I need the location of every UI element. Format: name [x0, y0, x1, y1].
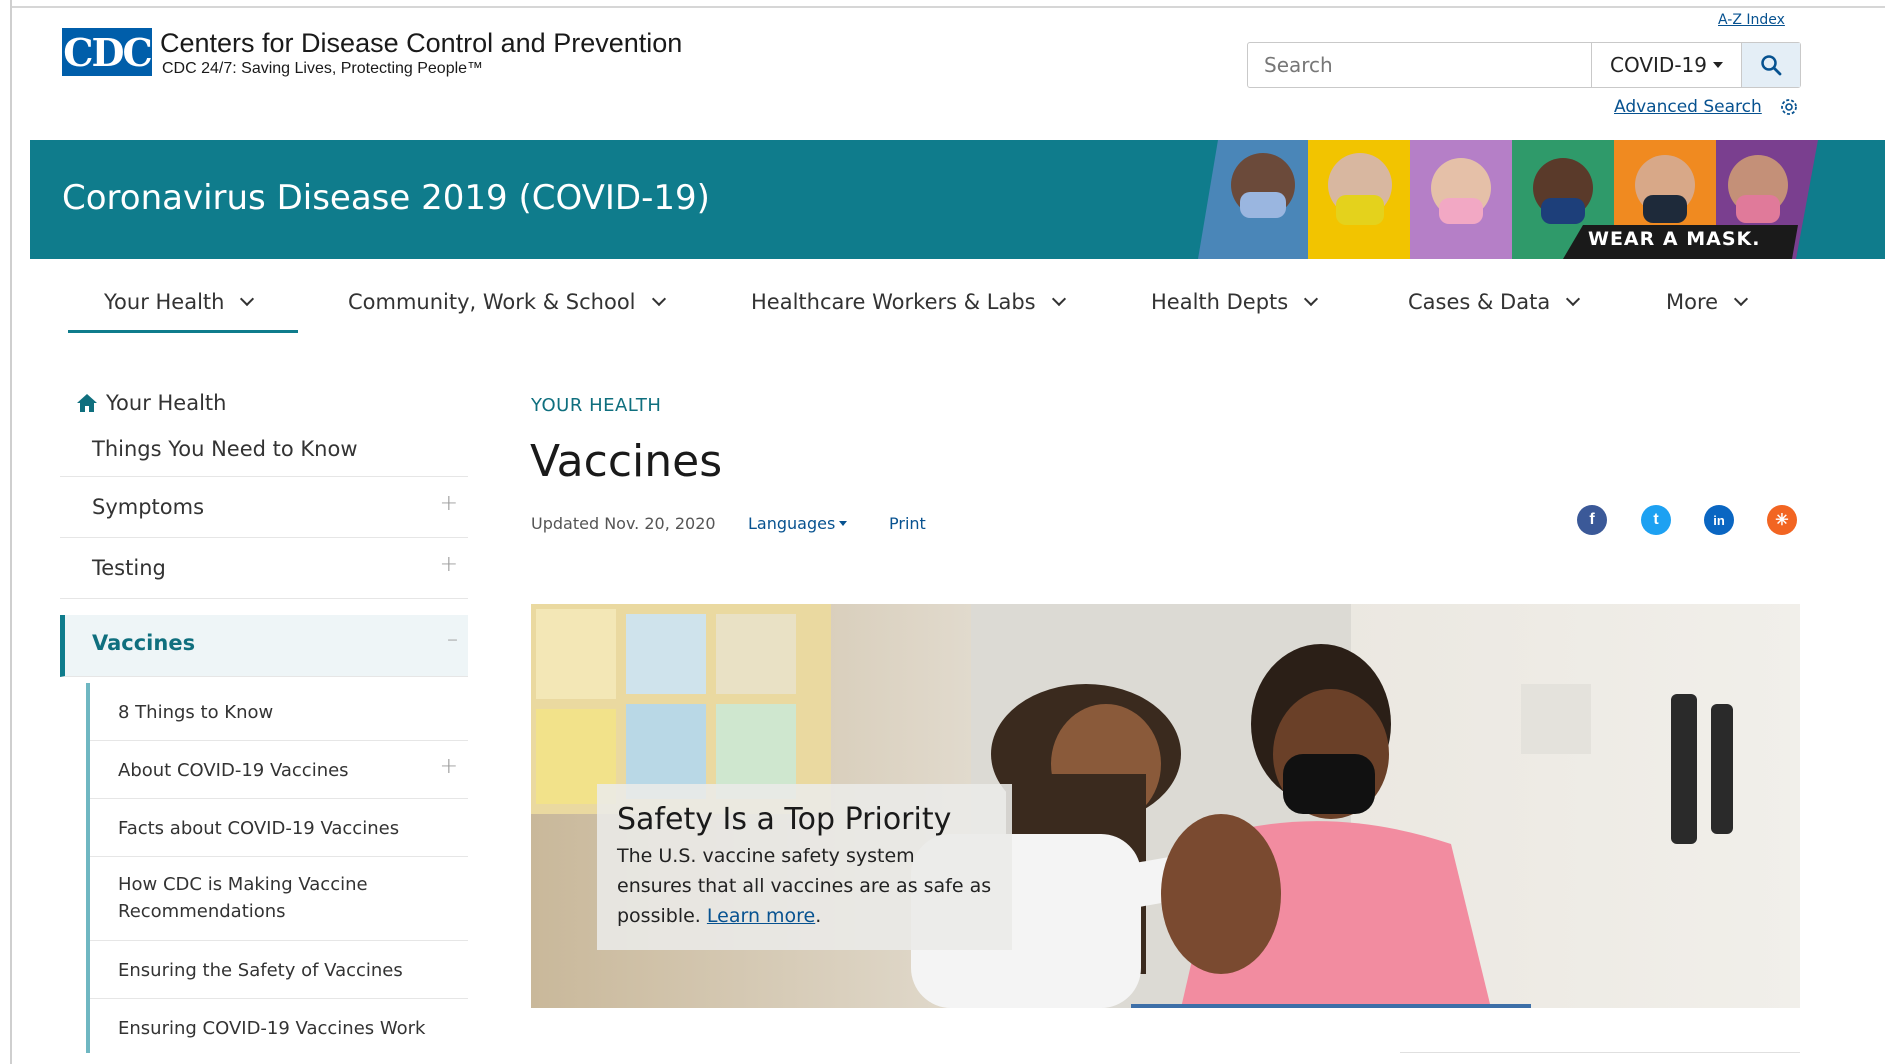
sidebar-item-label: Things You Need to Know	[92, 437, 358, 461]
expand-plus-icon[interactable]: +	[440, 491, 458, 516]
collapse-minus-icon[interactable]: –	[447, 627, 458, 652]
sidebar-subitem-recommendations[interactable]: How CDC is Making Vaccine Recommendation…	[90, 857, 468, 941]
home-icon	[77, 394, 97, 412]
sidebar-subitem-8-things[interactable]: 8 Things to Know	[90, 683, 468, 741]
nav-label: Cases & Data	[1408, 290, 1551, 314]
nav-label: More	[1666, 290, 1719, 314]
callout-text: The U.S. vaccine safety system ensures t…	[617, 841, 992, 931]
updated-date: Updated Nov. 20, 2020	[531, 514, 716, 533]
caret-down-icon	[839, 521, 848, 526]
sidebar-item-vaccines[interactable]: Vaccines –	[60, 615, 468, 677]
facebook-share-button[interactable]: f	[1577, 505, 1607, 535]
divider	[1400, 1052, 1800, 1053]
twitter-icon: t	[1653, 511, 1659, 528]
gear-icon[interactable]	[1778, 96, 1800, 118]
sidebar-subitem-label: How CDC is Making Vaccine Recommendation…	[118, 874, 368, 922]
search-bar: COVID-19	[1247, 42, 1801, 88]
linkedin-share-button[interactable]: in	[1704, 505, 1734, 535]
main-nav: Your Health Community, Work & School Hea…	[68, 272, 1808, 334]
search-scope-label: COVID-19	[1609, 53, 1707, 77]
sidebar-item-symptoms[interactable]: Symptoms +	[60, 477, 468, 538]
advanced-search-link[interactable]: Advanced Search	[1614, 97, 1762, 117]
cdc-logo[interactable]: CDC	[62, 28, 153, 76]
languages-label: Languages	[748, 514, 836, 533]
chevron-down-icon	[240, 291, 255, 307]
chevron-down-icon	[1304, 291, 1319, 307]
nav-label: Health Depts	[1151, 290, 1289, 314]
search-icon	[1761, 55, 1782, 76]
search-input[interactable]	[1248, 43, 1592, 87]
az-index-link[interactable]: A-Z Index	[1718, 12, 1785, 28]
sidebar-subitem-facts[interactable]: Facts about COVID-19 Vaccines	[90, 799, 468, 857]
nav-label: Healthcare Workers & Labs	[751, 290, 1036, 314]
callout-title: Safety Is a Top Priority	[617, 802, 952, 837]
nav-label: Community, Work & School	[348, 290, 636, 314]
sidebar-subitem-about-vaccines[interactable]: About COVID-19 Vaccines +	[90, 741, 468, 799]
caret-down-icon	[1713, 62, 1723, 68]
sidebar-subitem-vaccines-work[interactable]: Ensuring COVID-19 Vaccines Work	[90, 999, 468, 1057]
search-scope-select[interactable]: COVID-19	[1592, 43, 1742, 87]
nav-active-underline	[68, 330, 298, 333]
sidebar-subitem-label: Ensuring COVID-19 Vaccines Work	[118, 1018, 426, 1039]
chevron-down-icon	[651, 291, 666, 307]
chevron-down-icon	[1566, 291, 1581, 307]
sidebar-item-label: Testing	[92, 556, 166, 580]
banner-title[interactable]: Coronavirus Disease 2019 (COVID-19)	[62, 178, 710, 218]
search-button[interactable]	[1742, 43, 1800, 87]
learn-more-link[interactable]: Learn more	[707, 905, 815, 927]
sidebar-item-testing[interactable]: Testing +	[60, 538, 468, 599]
nav-cases-data[interactable]: Cases & Data	[1408, 290, 1581, 314]
languages-dropdown[interactable]: Languages	[748, 514, 848, 533]
expand-plus-icon[interactable]: +	[440, 552, 458, 577]
logo-text: CDC	[63, 29, 152, 75]
org-title[interactable]: Centers for Disease Control and Preventi…	[160, 28, 682, 59]
chevron-down-icon	[1733, 291, 1749, 307]
nav-health-depts[interactable]: Health Depts	[1151, 290, 1319, 314]
sidebar-item-label: Vaccines	[92, 631, 196, 655]
twitter-share-button[interactable]: t	[1641, 505, 1671, 535]
sidebar-subitem-label: 8 Things to Know	[118, 702, 274, 723]
hero-image: Safety Is a Top Priority The U.S. vaccin…	[531, 604, 1800, 1008]
window-edge-top	[12, 6, 1885, 8]
sidebar-subitem-label: About COVID-19 Vaccines	[118, 760, 349, 781]
sidebar-item-label: Symptoms	[92, 495, 205, 519]
callout-period: .	[815, 905, 822, 927]
sidebar-home-link[interactable]: Your Health	[76, 391, 226, 415]
nav-healthcare-workers-labs[interactable]: Healthcare Workers & Labs	[751, 290, 1066, 314]
print-link[interactable]: Print	[889, 514, 926, 533]
sidebar-item-things-to-know[interactable]: Things You Need to Know	[60, 425, 468, 477]
breadcrumb[interactable]: YOUR HEALTH	[531, 395, 661, 416]
expand-plus-icon[interactable]: +	[440, 754, 458, 779]
nav-more[interactable]: More	[1666, 290, 1749, 314]
wear-a-mask-slogan: WEAR A MASK.	[1588, 228, 1761, 250]
page-title: Vaccines	[530, 436, 723, 487]
syndicate-icon: ✳	[1775, 512, 1789, 529]
org-tagline: CDC 24/7: Saving Lives, Protecting Peopl…	[162, 60, 484, 77]
sidebar-subitem-label: Ensuring the Safety of Vaccines	[118, 960, 403, 981]
sidebar-subitem-label: Facts about COVID-19 Vaccines	[118, 818, 400, 839]
window-edge	[10, 0, 12, 1064]
sidebar-subitem-safety[interactable]: Ensuring the Safety of Vaccines	[90, 941, 468, 999]
nav-community-work-school[interactable]: Community, Work & School	[348, 290, 666, 314]
sidebar-home-label: Your Health	[106, 391, 227, 415]
syndicate-share-button[interactable]: ✳	[1767, 505, 1797, 535]
covid-banner: Coronavirus Disease 2019 (COVID-19) WEAR…	[30, 140, 1885, 259]
facebook-icon: f	[1589, 511, 1595, 528]
chevron-down-icon	[1051, 291, 1066, 307]
hero-callout: Safety Is a Top Priority The U.S. vaccin…	[597, 784, 1012, 950]
nav-label: Your Health	[104, 290, 225, 314]
linkedin-icon: in	[1713, 512, 1725, 528]
browser-page: CDC Centers for Disease Control and Prev…	[0, 0, 1885, 1064]
nav-your-health[interactable]: Your Health	[104, 290, 255, 314]
